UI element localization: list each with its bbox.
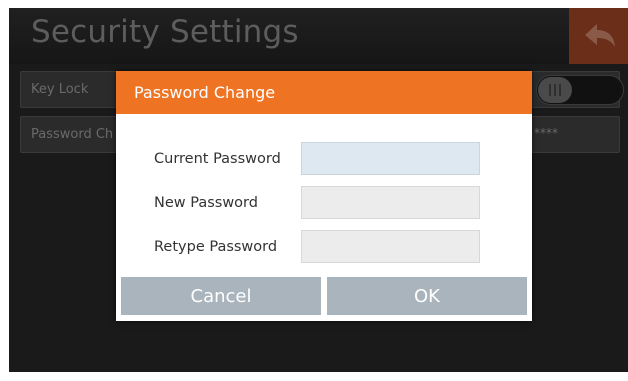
toggle-knob (538, 77, 572, 103)
device-screen: Security Settings Key Lock Password Ch *… (9, 8, 628, 372)
back-arrow-icon (585, 24, 615, 47)
dialog-header: Password Change (116, 71, 532, 114)
dialog-title: Password Change (134, 83, 276, 102)
ok-button[interactable]: OK (327, 277, 527, 315)
current-password-label: Current Password (154, 151, 281, 167)
key-lock-label: Key Lock (31, 82, 89, 97)
page-title: Security Settings (31, 14, 299, 50)
new-password-input[interactable] (301, 186, 480, 219)
retype-password-label: Retype Password (154, 239, 278, 255)
cancel-button[interactable]: Cancel (121, 277, 321, 315)
retype-password-input[interactable] (301, 230, 480, 263)
password-masked-value: **** (534, 126, 558, 140)
back-button[interactable] (569, 8, 628, 64)
password-change-label: Password Ch (31, 127, 114, 142)
header-bar: Security Settings (9, 8, 628, 64)
current-password-input[interactable] (301, 142, 480, 175)
key-lock-toggle[interactable] (536, 75, 624, 105)
password-change-dialog: Password Change Current Password New Pas… (116, 71, 532, 321)
new-password-label: New Password (154, 195, 258, 211)
